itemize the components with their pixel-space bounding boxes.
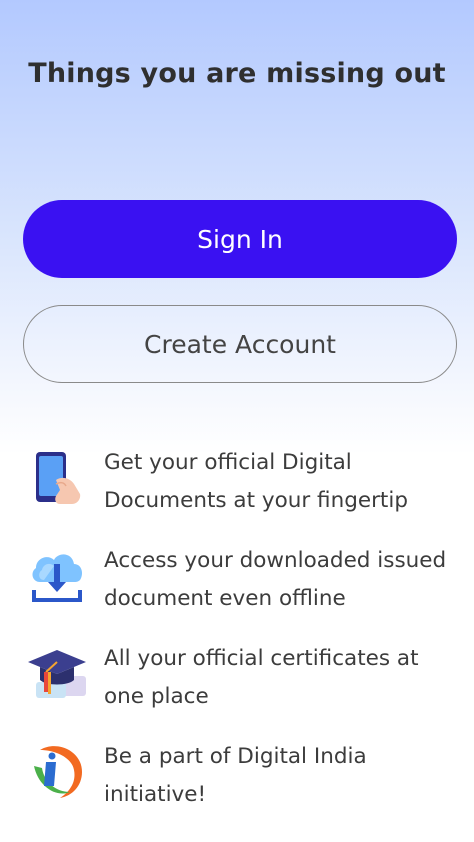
feature-text: Get your official Digital Documents at y…	[104, 450, 408, 513]
feature-text: All your official certificates at one pl…	[104, 646, 419, 709]
feature-item-offline: Access your downloaded issued document e…	[0, 538, 474, 624]
feature-item-certificates: All your official certificates at one pl…	[0, 636, 474, 722]
sign-in-button[interactable]: Sign In	[23, 200, 457, 278]
digital-india-logo-icon	[34, 746, 82, 798]
phone-hand-icon	[36, 452, 81, 504]
feature-item-documents: Get your official Digital Documents at y…	[0, 440, 474, 526]
create-account-button[interactable]: Create Account	[23, 305, 457, 383]
feature-text: Access your downloaded issued document e…	[104, 548, 447, 611]
graduation-cap-icon	[28, 650, 86, 698]
cloud-download-icon	[32, 554, 82, 602]
feature-item-digital-india: Be a part of Digital India initiative!	[0, 734, 474, 820]
feature-text: Be a part of Digital India initiative!	[104, 744, 367, 807]
page-title: Things you are missing out	[28, 58, 446, 89]
